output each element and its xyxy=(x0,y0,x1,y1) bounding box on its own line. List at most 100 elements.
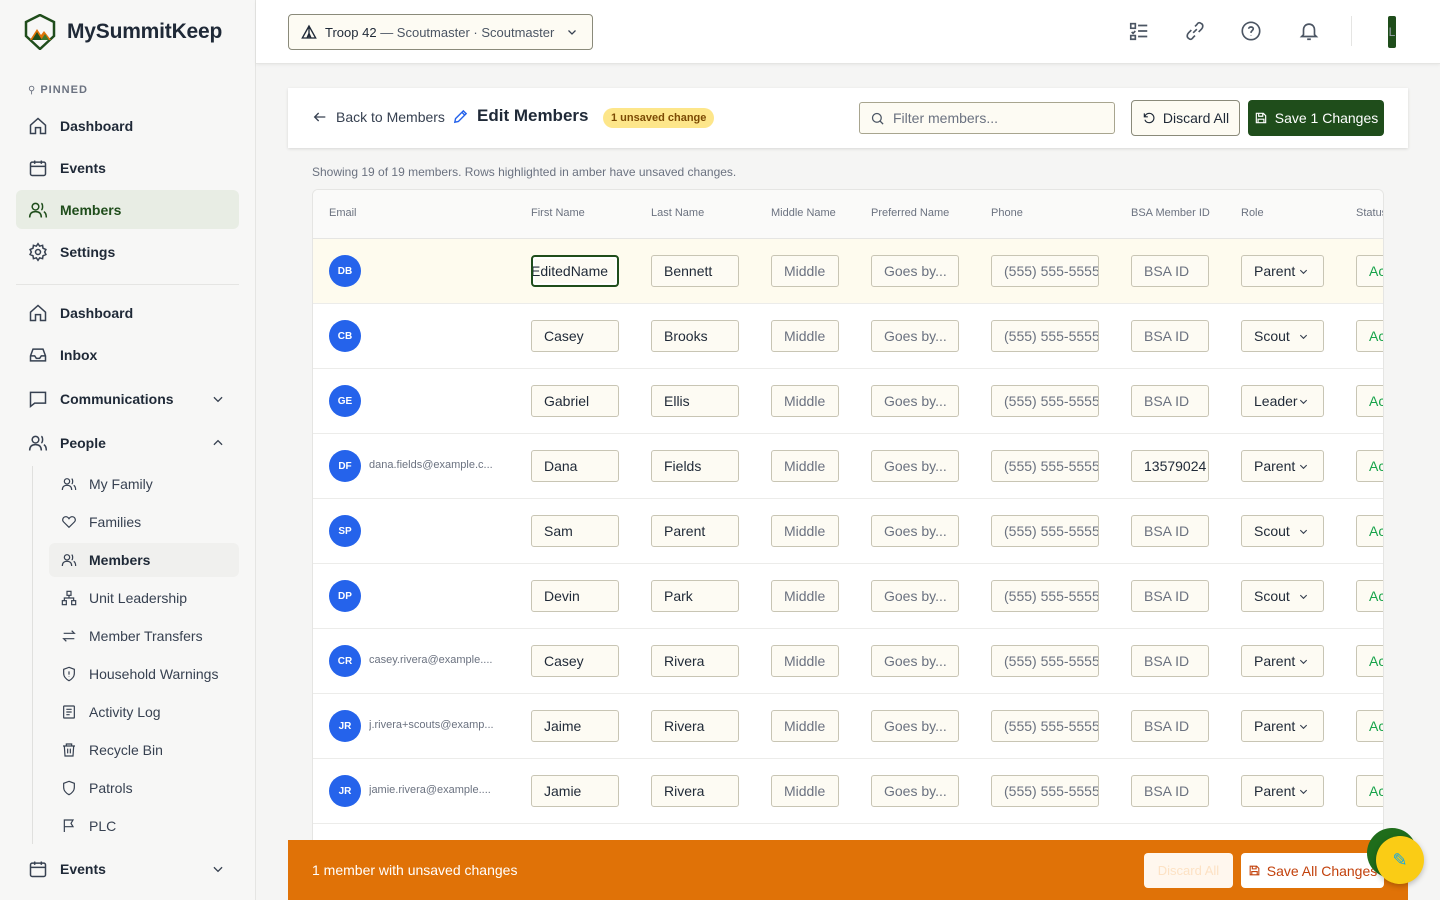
middle-name-input[interactable]: Middle xyxy=(771,255,839,287)
status-select[interactable]: Ac xyxy=(1356,255,1383,287)
sub-item-unit-leadership[interactable]: Unit Leadership xyxy=(49,581,239,615)
last-name-input[interactable]: Rivera xyxy=(651,645,739,677)
column-header-status[interactable]: Status xyxy=(1356,207,1383,219)
brand[interactable]: MySummitKeep xyxy=(0,0,255,64)
first-name-input[interactable]: Devin xyxy=(531,580,619,612)
last-name-input[interactable]: Parent xyxy=(651,515,739,547)
last-name-input[interactable]: Park xyxy=(651,580,739,612)
first-name-input[interactable]: Gabriel xyxy=(531,385,619,417)
status-select[interactable]: Ac xyxy=(1356,645,1383,677)
status-select[interactable]: Ac xyxy=(1356,450,1383,482)
phone-input[interactable]: (555) 555-5555 xyxy=(991,255,1099,287)
chevron-down-icon[interactable] xyxy=(211,392,225,406)
last-name-input[interactable]: Ellis xyxy=(651,385,739,417)
preferred-name-input[interactable]: Goes by... xyxy=(871,775,959,807)
bsa-id-input[interactable]: BSA ID xyxy=(1131,385,1209,417)
last-name-input[interactable]: Bennett xyxy=(651,255,739,287)
first-name-input[interactable]: Sam xyxy=(531,515,619,547)
sub-item-recycle-bin[interactable]: Recycle Bin xyxy=(49,733,239,767)
status-select[interactable]: Ac xyxy=(1356,320,1383,352)
bsa-id-input[interactable]: BSA ID xyxy=(1131,775,1209,807)
role-select[interactable]: Parent xyxy=(1241,645,1324,677)
troop-selector[interactable]: Troop 42 — Scoutmaster · Scoutmaster xyxy=(288,14,593,50)
role-select[interactable]: Parent xyxy=(1241,450,1324,482)
sub-item-my-family[interactable]: My Family xyxy=(49,467,239,501)
phone-input[interactable]: (555) 555-5555 xyxy=(991,580,1099,612)
phone-input[interactable]: (555) 555-5555 xyxy=(991,450,1099,482)
first-name-input[interactable]: Jaime xyxy=(531,710,619,742)
nav-item-events[interactable]: Events xyxy=(16,849,239,888)
status-select[interactable]: Ac xyxy=(1356,515,1383,547)
preferred-name-input[interactable]: Goes by... xyxy=(871,385,959,417)
sub-item-families[interactable]: Families xyxy=(49,505,239,539)
pinned-item-members[interactable]: Members xyxy=(16,190,239,229)
checklist-icon[interactable] xyxy=(1128,20,1150,42)
sub-item-member-transfers[interactable]: Member Transfers xyxy=(49,619,239,653)
phone-input[interactable]: (555) 555-5555 xyxy=(991,775,1099,807)
last-name-input[interactable]: Rivera xyxy=(651,775,739,807)
middle-name-input[interactable]: Middle xyxy=(771,775,839,807)
column-header-bsa-id[interactable]: BSA Member ID xyxy=(1131,207,1210,219)
first-name-input[interactable]: Casey xyxy=(531,320,619,352)
pinned-item-events[interactable]: Events xyxy=(16,148,239,187)
bell-icon[interactable] xyxy=(1298,20,1320,42)
role-select[interactable]: Scout xyxy=(1241,580,1324,612)
chevron-down-icon[interactable] xyxy=(211,862,225,876)
bsa-id-input[interactable]: BSA ID xyxy=(1131,320,1209,352)
middle-name-input[interactable]: Middle xyxy=(771,385,839,417)
middle-name-input[interactable]: Middle xyxy=(771,710,839,742)
column-header-email[interactable]: Email xyxy=(329,207,357,219)
chevron-up-icon[interactable] xyxy=(211,436,225,450)
filter-members-input[interactable] xyxy=(893,110,1093,126)
sub-item-household-warnings[interactable]: Household Warnings xyxy=(49,657,239,691)
status-select[interactable]: Ac xyxy=(1356,710,1383,742)
status-select[interactable]: Ac xyxy=(1356,385,1383,417)
help-icon[interactable] xyxy=(1240,20,1262,42)
dev-tools-fab[interactable]: ✎ xyxy=(1376,836,1424,884)
bsa-id-input[interactable]: BSA ID xyxy=(1131,645,1209,677)
status-select[interactable]: Ac xyxy=(1356,775,1383,807)
sub-item-patrols[interactable]: Patrols xyxy=(49,771,239,805)
middle-name-input[interactable]: Middle xyxy=(771,320,839,352)
bsa-id-input[interactable]: BSA ID xyxy=(1131,710,1209,742)
nav-item-communications[interactable]: Communications xyxy=(16,379,239,418)
nav-item-inbox[interactable]: Inbox xyxy=(16,335,239,374)
role-select[interactable]: Scout xyxy=(1241,320,1324,352)
back-to-members-link[interactable]: Back to Members xyxy=(312,109,445,125)
sub-item-members[interactable]: Members xyxy=(49,543,239,577)
discard-all-button[interactable]: Discard All xyxy=(1131,100,1240,136)
sub-item-plc[interactable]: PLC xyxy=(49,809,239,843)
preferred-name-input[interactable]: Goes by... xyxy=(871,645,959,677)
phone-input[interactable]: (555) 555-5555 xyxy=(991,385,1099,417)
bsa-id-input[interactable]: 13579024 xyxy=(1131,450,1209,482)
preferred-name-input[interactable]: Goes by... xyxy=(871,515,959,547)
phone-input[interactable]: (555) 555-5555 xyxy=(991,515,1099,547)
middle-name-input[interactable]: Middle xyxy=(771,450,839,482)
preferred-name-input[interactable]: Goes by... xyxy=(871,320,959,352)
column-header-last-name[interactable]: Last Name xyxy=(651,207,704,219)
user-avatar[interactable]: L xyxy=(1388,16,1396,48)
role-select[interactable]: Parent xyxy=(1241,710,1324,742)
column-header-preferred-name[interactable]: Preferred Name xyxy=(871,207,949,219)
column-header-phone[interactable]: Phone xyxy=(991,207,1023,219)
bsa-id-input[interactable]: BSA ID xyxy=(1131,255,1209,287)
role-select[interactable]: Scout xyxy=(1241,515,1324,547)
first-name-input[interactable]: Casey xyxy=(531,645,619,677)
column-header-role[interactable]: Role xyxy=(1241,207,1264,219)
phone-input[interactable]: (555) 555-5555 xyxy=(991,645,1099,677)
middle-name-input[interactable]: Middle xyxy=(771,580,839,612)
sub-item-activity-log[interactable]: Activity Log xyxy=(49,695,239,729)
phone-input[interactable]: (555) 555-5555 xyxy=(991,710,1099,742)
first-name-input[interactable]: Dana xyxy=(531,450,619,482)
preferred-name-input[interactable]: Goes by... xyxy=(871,450,959,482)
preferred-name-input[interactable]: Goes by... xyxy=(871,710,959,742)
role-select[interactable]: Parent xyxy=(1241,775,1324,807)
bsa-id-input[interactable]: BSA ID xyxy=(1131,580,1209,612)
nav-item-people[interactable]: People xyxy=(16,423,239,462)
preferred-name-input[interactable]: Goes by... xyxy=(871,580,959,612)
pinned-item-dashboard[interactable]: Dashboard xyxy=(16,106,239,145)
bsa-id-input[interactable]: BSA ID xyxy=(1131,515,1209,547)
status-select[interactable]: Ac xyxy=(1356,580,1383,612)
column-header-middle-name[interactable]: Middle Name xyxy=(771,207,836,219)
filter-members-field[interactable] xyxy=(859,102,1115,134)
